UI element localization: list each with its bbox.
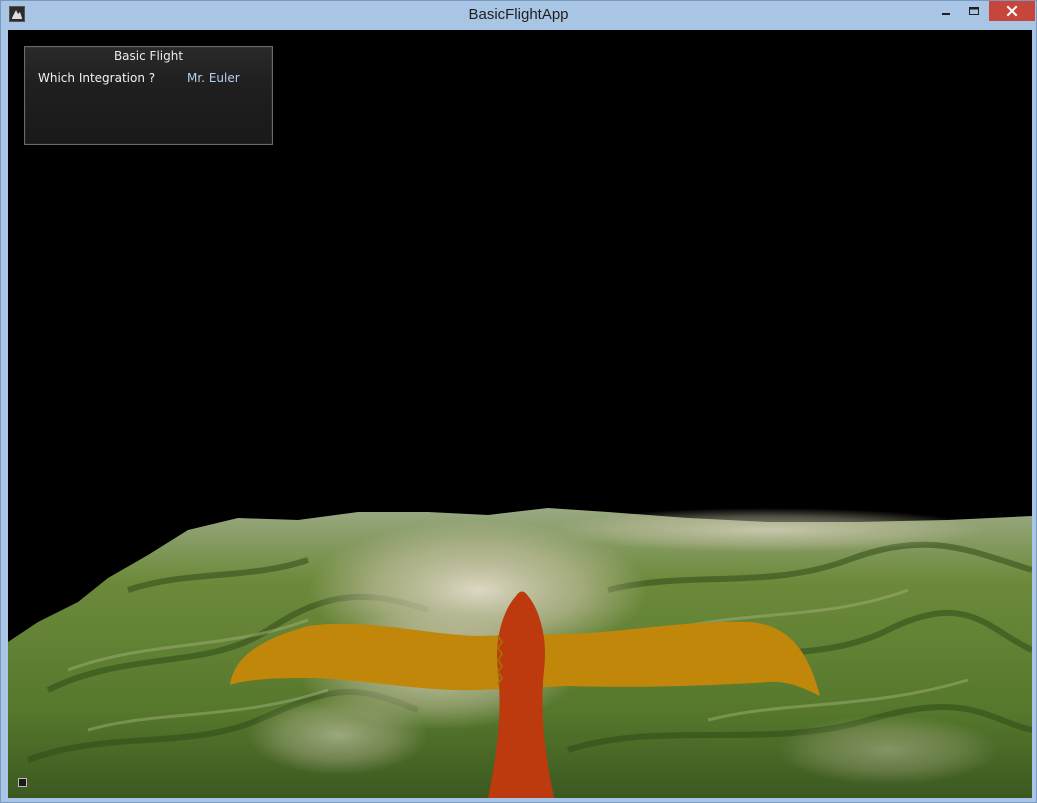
minimize-icon <box>942 13 950 15</box>
scene-canvas <box>8 508 1032 798</box>
app-window: BasicFlightApp Basic Flight Which Integr… <box>0 0 1037 803</box>
help-icon[interactable] <box>18 778 27 787</box>
integration-label: Which Integration ? <box>38 71 156 85</box>
maximize-icon <box>969 7 979 15</box>
close-icon <box>1006 5 1018 17</box>
minimize-button[interactable] <box>933 1 959 21</box>
render-viewport[interactable]: Basic Flight Which Integration ? Mr. Eul… <box>8 30 1032 798</box>
hud-panel: Basic Flight Which Integration ? Mr. Eul… <box>24 46 273 145</box>
hud-title: Basic Flight <box>113 49 184 63</box>
close-button[interactable] <box>989 1 1035 21</box>
maximize-button[interactable] <box>961 1 987 21</box>
window-title: BasicFlightApp <box>468 6 569 23</box>
title-bar[interactable]: BasicFlightApp <box>1 1 1036 29</box>
integration-value[interactable]: Mr. Euler <box>187 71 240 85</box>
